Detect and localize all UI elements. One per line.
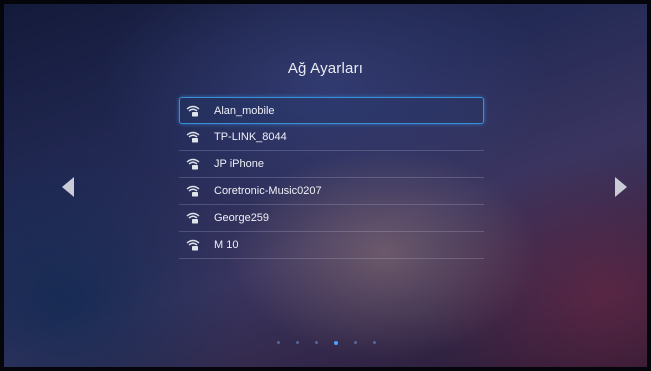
network-ssid: Coretronic-Music0207 bbox=[214, 185, 322, 197]
network-ssid: JP iPhone bbox=[214, 158, 264, 170]
page-title: Ağ Ayarları bbox=[287, 60, 364, 77]
wifi-secured-icon bbox=[186, 131, 200, 143]
network-ssid: M 10 bbox=[214, 239, 239, 251]
network-item[interactable]: M 10 bbox=[179, 232, 484, 259]
network-ssid: TP-LINK_8044 bbox=[214, 131, 287, 143]
page-dot[interactable] bbox=[277, 341, 280, 344]
network-list: Alan_mobile TP-LINK_8044 JP iPhone Coret… bbox=[179, 97, 484, 259]
page-indicator bbox=[277, 340, 392, 345]
network-item[interactable]: Alan_mobile bbox=[179, 97, 484, 124]
wifi-secured-icon bbox=[186, 105, 200, 116]
wifi-secured-icon bbox=[186, 212, 200, 224]
network-ssid: George259 bbox=[214, 212, 270, 224]
network-ssid: Alan_mobile bbox=[214, 104, 275, 117]
page-dot[interactable] bbox=[296, 341, 299, 344]
chevron-left-icon[interactable] bbox=[62, 177, 74, 197]
wifi-secured-icon bbox=[186, 185, 200, 197]
network-item[interactable]: TP-LINK_8044 bbox=[179, 124, 484, 151]
wifi-secured-icon bbox=[186, 239, 200, 251]
network-item[interactable]: JP iPhone bbox=[179, 151, 484, 178]
page-dot[interactable] bbox=[354, 341, 357, 344]
wifi-secured-icon bbox=[186, 158, 200, 170]
page-dot[interactable] bbox=[373, 341, 376, 344]
page-dot[interactable] bbox=[315, 341, 318, 344]
page-dot-active[interactable] bbox=[334, 340, 338, 345]
network-item[interactable]: George259 bbox=[179, 205, 484, 232]
network-item[interactable]: Coretronic-Music0207 bbox=[179, 178, 484, 205]
chevron-right-icon[interactable] bbox=[615, 177, 627, 197]
screen: Ağ Ayarları Alan_mobile TP-LINK_8044 JP … bbox=[4, 4, 647, 367]
